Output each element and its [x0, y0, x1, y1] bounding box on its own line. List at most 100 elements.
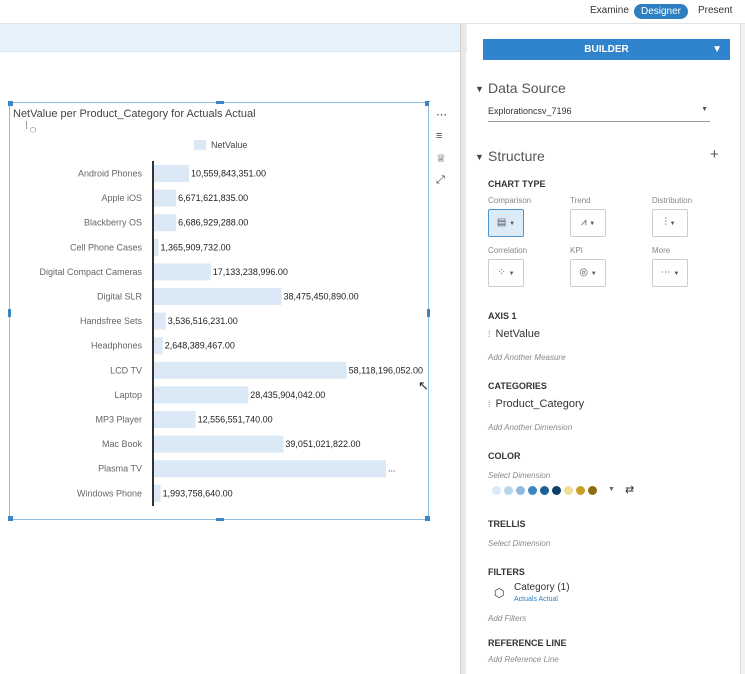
comparison-chart-button[interactable]: ▤ ▼ [488, 209, 524, 237]
rank-icon[interactable]: ♕ [436, 152, 446, 165]
bar[interactable] [154, 214, 177, 232]
data-source-value: Explorationcsv_7196 [488, 106, 572, 116]
bar[interactable] [154, 460, 386, 478]
bar-chart-icon: ▤ [496, 217, 507, 228]
resize-handle-br[interactable] [425, 516, 430, 521]
caret-down-icon: ▼ [712, 44, 722, 55]
bar[interactable] [154, 411, 196, 428]
resize-handle-left[interactable] [8, 309, 11, 317]
trellis-select-dimension[interactable]: Select Dimension [488, 539, 550, 548]
filter-value: Actuals Actual [514, 596, 558, 603]
palette-swatch [552, 486, 561, 495]
color-select-dimension[interactable]: Select Dimension [488, 471, 550, 480]
category-label: Digital SLR [97, 292, 143, 302]
category-label: Windows Phone [77, 488, 142, 498]
resize-handle-top[interactable] [216, 101, 224, 104]
bar[interactable] [154, 361, 347, 379]
add-measure-link[interactable]: Add Another Measure [488, 353, 566, 362]
add-filters-link[interactable]: Add Filters [488, 614, 526, 623]
correlation-chart-button[interactable]: ⁘ ▼ [488, 259, 524, 287]
target-icon: ◎ [579, 267, 588, 278]
bar[interactable] [154, 484, 161, 502]
add-dimension-link[interactable]: Add Another Dimension [488, 423, 572, 432]
panel-divider[interactable] [460, 24, 466, 674]
reference-line-label: REFERENCE LINE [488, 638, 567, 648]
data-label: 1,993,758,640.00 [163, 488, 233, 498]
more-icon[interactable]: ⋯ [436, 108, 447, 121]
add-reference-line-link[interactable]: Add Reference Line [488, 655, 559, 664]
collapse-triangle-icon[interactable]: ▼ [475, 152, 484, 162]
present-tab[interactable]: Present [698, 5, 732, 16]
cube-icon: ⬡ [494, 586, 505, 600]
bar[interactable] [154, 288, 282, 305]
data-label: 38,475,450,890.00 [284, 292, 359, 302]
kpi-chart-button[interactable]: ◎ ▼ [570, 259, 606, 287]
resize-handle-tl[interactable] [8, 101, 13, 106]
trend-chart-button[interactable]: ⩘ ▼ [570, 209, 606, 237]
category-dimension-field[interactable]: ⁞ Product_Category [488, 398, 584, 410]
palette-swap-icon[interactable]: ⇄ [625, 483, 634, 496]
designer-tab[interactable]: Designer [634, 4, 688, 19]
bar[interactable] [154, 386, 249, 404]
category-label: LCD TV [110, 365, 142, 375]
bar[interactable] [154, 312, 166, 330]
sort-icon[interactable]: ≡ [436, 130, 442, 142]
axis-measure-name: NetValue [495, 328, 540, 340]
drag-handle-icon[interactable]: ⁞ [488, 329, 491, 339]
categories-label: CATEGORIES [488, 381, 547, 391]
more-label: More [652, 246, 671, 255]
correlation-label: Correlation [488, 246, 528, 255]
comparison-label: Comparison [488, 196, 532, 205]
line-chart-icon: ⩘ [580, 217, 587, 228]
builder-button-label: BUILDER [584, 44, 629, 55]
category-label: Apple iOS [101, 193, 142, 203]
category-label: Cell Phone Cases [70, 242, 143, 252]
palette-swatch [564, 486, 573, 495]
builder-button[interactable]: BUILDER ▼ [483, 39, 730, 60]
bar[interactable] [154, 189, 177, 207]
category-dimension-name: Product_Category [495, 398, 585, 410]
data-label: 17,133,238,996.00 [213, 267, 288, 277]
kpi-label: KPI [570, 246, 583, 255]
chart-type-label: CHART TYPE [488, 179, 546, 189]
bar[interactable] [154, 165, 189, 182]
sidebar-scrollbar[interactable] [740, 24, 745, 674]
palette-swatch [588, 486, 597, 495]
data-label: 3,536,516,231.00 [168, 316, 238, 326]
resize-handle-bl[interactable] [8, 516, 13, 521]
resize-handle-right[interactable] [427, 309, 430, 317]
data-label: 12,556,551,740.00 [198, 415, 273, 425]
chart-widget[interactable]: NetValue per Product_Category for Actual… [8, 101, 430, 521]
distribution-chart-button[interactable]: ⫶ ▼ [652, 209, 688, 237]
bar[interactable] [154, 263, 211, 281]
resize-handle-bottom[interactable] [216, 518, 224, 521]
collapse-triangle-icon[interactable]: ▼ [475, 84, 484, 94]
top-bar: Examine Designer Present [0, 0, 745, 24]
drag-handle-icon[interactable]: ⁞ [488, 399, 491, 409]
palette-swatch [516, 486, 525, 495]
examine-tab[interactable]: Examine [590, 5, 629, 16]
category-label: Mac Book [102, 439, 143, 449]
data-label: 28,435,904,042.00 [250, 390, 325, 400]
palette-caret-icon[interactable]: ▼ [608, 486, 615, 493]
data-source-heading[interactable]: Data Source [488, 80, 566, 96]
category-label: MP3 Player [95, 415, 142, 425]
axis-measure-field[interactable]: ⁞ NetValue [488, 328, 540, 340]
category-label: Headphones [91, 341, 143, 351]
category-label: Plasma TV [98, 464, 142, 474]
palette-swatch [504, 486, 513, 495]
distribution-label: Distribution [652, 196, 693, 205]
color-label: COLOR [488, 451, 521, 461]
mouse-cursor-icon: ↖ [418, 378, 429, 393]
bar[interactable] [154, 435, 284, 453]
data-label: 6,671,621,835.00 [178, 193, 248, 203]
expand-icon[interactable]: ⤢ [436, 174, 445, 187]
add-icon[interactable]: + [710, 146, 719, 163]
bar[interactable] [154, 337, 163, 355]
bar[interactable] [154, 238, 159, 256]
structure-heading[interactable]: Structure [488, 148, 545, 164]
filter-category[interactable]: Category (1) [514, 582, 570, 593]
data-source-select[interactable]: Explorationcsv_7196 ▼ [488, 106, 710, 122]
data-label: 1,365,909,732.00 [161, 242, 231, 252]
more-chart-button[interactable]: ⋯ ▼ [652, 259, 688, 287]
